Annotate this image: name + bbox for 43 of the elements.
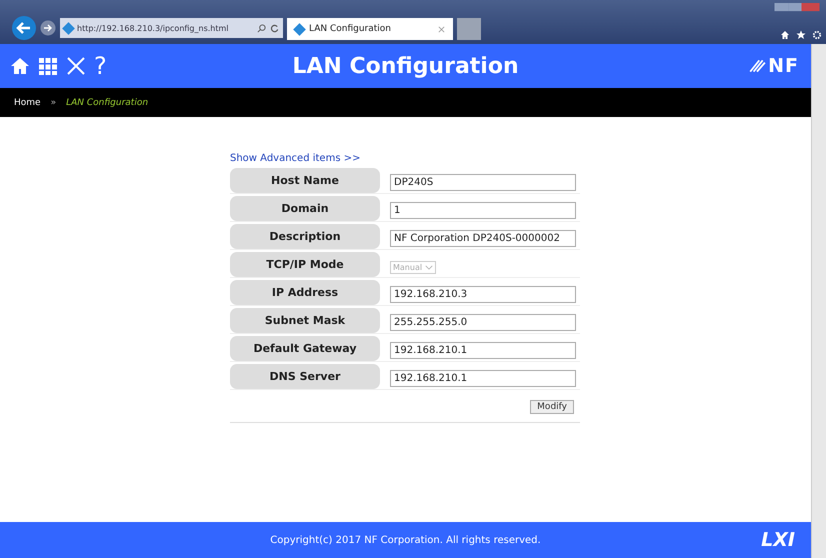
search-icon[interactable]: [257, 24, 266, 32]
breadcrumb-separator: »: [50, 98, 56, 108]
field-label: Host Name: [230, 168, 380, 193]
field-label: Subnet Mask: [230, 308, 380, 333]
modify-button[interactable]: Modify: [530, 400, 574, 414]
help-button[interactable]: ?: [94, 54, 107, 78]
close-icon[interactable]: [438, 26, 445, 32]
grid-icon[interactable]: [38, 56, 58, 76]
site-icon: [293, 22, 306, 36]
field-label: DNS Server: [230, 364, 380, 389]
text-field[interactable]: 255.255.255.0: [390, 314, 576, 331]
breadcrumb-current: LAN Configuration: [66, 98, 148, 108]
text-field[interactable]: 192.168.210.1: [390, 342, 576, 359]
home-icon[interactable]: [780, 30, 790, 40]
field-label: Description: [230, 224, 380, 249]
browser-tab[interactable]: LAN Configuration: [287, 18, 453, 40]
forward-icon[interactable]: [40, 20, 56, 36]
settings-icon[interactable]: [812, 30, 822, 40]
back-icon[interactable]: [12, 16, 36, 40]
show-advanced-link[interactable]: Show Advanced items >>: [230, 153, 580, 164]
address-bar[interactable]: http://192.168.210.3/ipconfig_ns.html: [60, 18, 283, 38]
field-label: IP Address: [230, 280, 380, 305]
site-icon: [62, 22, 75, 34]
lxi-logo: LXI: [761, 529, 795, 551]
refresh-icon[interactable]: [270, 24, 279, 32]
text-field[interactable]: NF Corporation DP240S-0000002: [390, 230, 576, 247]
breadcrumb-home-link[interactable]: Home: [14, 98, 41, 108]
field-label: Domain: [230, 196, 380, 221]
copyright-text: Copyright(c) 2017 NF Corporation. All rights reserved.: [270, 534, 541, 546]
tools-icon[interactable]: [66, 56, 86, 76]
text-field[interactable]: 192.168.210.3: [390, 286, 576, 303]
text-field[interactable]: 1: [390, 202, 576, 219]
scrollbar[interactable]: [811, 44, 826, 558]
page-title: LAN Configuration: [292, 54, 519, 78]
window-controls-icon[interactable]: [772, 3, 822, 12]
text-field[interactable]: 192.168.210.1: [390, 370, 576, 387]
field-label: Default Gateway: [230, 336, 380, 361]
text-field[interactable]: DP240S: [390, 174, 576, 191]
home-icon[interactable]: [10, 56, 30, 76]
field-label: TCP/IP Mode: [230, 252, 380, 277]
star-icon[interactable]: [796, 30, 806, 40]
caret-icon: [425, 265, 434, 270]
company-logo: NF: [748, 55, 799, 77]
